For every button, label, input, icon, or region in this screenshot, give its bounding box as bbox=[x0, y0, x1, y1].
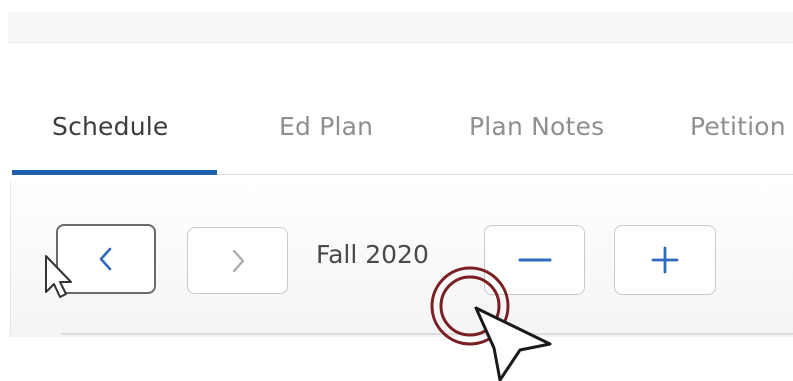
header-bar bbox=[8, 12, 793, 43]
active-tab-indicator bbox=[12, 170, 217, 175]
remove-term-button[interactable] bbox=[484, 225, 585, 295]
tab-plan-notes[interactable]: Plan Notes bbox=[469, 112, 604, 141]
previous-term-button[interactable] bbox=[56, 224, 156, 294]
minus-icon bbox=[518, 258, 551, 262]
tab-petition[interactable]: Petition bbox=[690, 112, 786, 141]
toolbar-divider bbox=[61, 333, 793, 335]
tab-ed-plan[interactable]: Ed Plan bbox=[279, 112, 373, 141]
next-term-button[interactable] bbox=[187, 227, 288, 294]
chevron-right-icon bbox=[232, 249, 244, 272]
tab-schedule[interactable]: Schedule bbox=[52, 112, 168, 141]
chevron-left-icon bbox=[99, 247, 112, 271]
page: Schedule Ed Plan Plan Notes Petition Fal… bbox=[0, 0, 793, 381]
term-label: Fall 2020 bbox=[316, 240, 429, 269]
plus-icon bbox=[651, 246, 679, 274]
add-term-button[interactable] bbox=[614, 225, 716, 295]
tab-bar: Schedule Ed Plan Plan Notes Petition bbox=[0, 100, 793, 178]
